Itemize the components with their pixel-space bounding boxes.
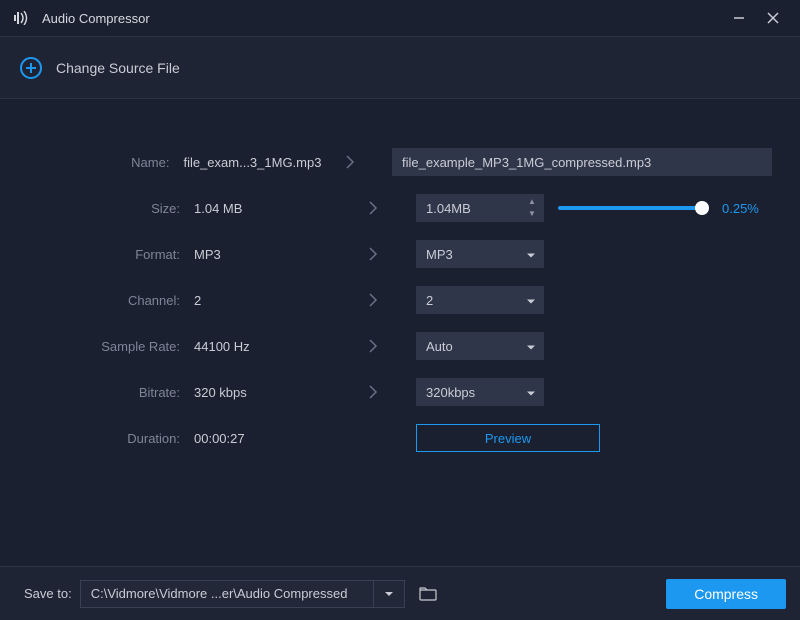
arrow-icon — [358, 384, 388, 400]
arrow-icon — [358, 292, 388, 308]
label-format: Format: — [28, 247, 188, 262]
size-step-up-icon[interactable]: ▲ — [524, 196, 540, 208]
open-folder-button[interactable] — [413, 580, 443, 608]
format-select[interactable]: MP3 — [416, 240, 544, 268]
size-slider[interactable] — [558, 206, 702, 210]
label-size: Size: — [28, 201, 188, 216]
size-step-down-icon[interactable]: ▼ — [524, 208, 540, 220]
preview-button-label: Preview — [485, 431, 531, 446]
value-bitrate: 320 kbps — [188, 385, 358, 400]
close-button[interactable] — [756, 4, 790, 32]
value-duration: 00:00:27 — [188, 431, 358, 446]
compress-button[interactable]: Compress — [666, 579, 786, 609]
add-icon — [18, 55, 44, 81]
bitrate-select[interactable]: 320kbps — [416, 378, 544, 406]
value-channel: 2 — [188, 293, 358, 308]
size-stepper[interactable]: 1.04MB ▲ ▼ — [416, 194, 544, 222]
label-duration: Duration: — [28, 431, 188, 446]
label-bitrate: Bitrate: — [28, 385, 188, 400]
change-source-bar[interactable]: Change Source File — [0, 36, 800, 99]
arrow-icon — [336, 154, 364, 170]
save-to-label: Save to: — [24, 586, 72, 601]
label-sample-rate: Sample Rate: — [28, 339, 188, 354]
chevron-down-icon — [526, 293, 536, 308]
settings-panel: Name: file_exam...3_1MG.mp3 Size: 1.04 M… — [0, 99, 800, 566]
titlebar: Audio Compressor — [0, 0, 800, 36]
minimize-button[interactable] — [722, 4, 756, 32]
preview-button[interactable]: Preview — [416, 424, 600, 452]
arrow-icon — [358, 246, 388, 262]
save-path-input[interactable]: C:\Vidmore\Vidmore ...er\Audio Compresse… — [80, 580, 374, 608]
value-sample-rate: 44100 Hz — [188, 339, 358, 354]
arrow-icon — [358, 200, 388, 216]
format-select-value: MP3 — [426, 247, 453, 262]
footer: Save to: C:\Vidmore\Vidmore ...er\Audio … — [0, 566, 800, 620]
chevron-down-icon — [526, 339, 536, 354]
value-format: MP3 — [188, 247, 358, 262]
app-icon — [14, 9, 32, 27]
sample-rate-select-value: Auto — [426, 339, 453, 354]
value-name: file_exam...3_1MG.mp3 — [177, 155, 336, 170]
sample-rate-select[interactable]: Auto — [416, 332, 544, 360]
bitrate-select-value: 320kbps — [426, 385, 475, 400]
channel-select[interactable]: 2 — [416, 286, 544, 314]
channel-select-value: 2 — [426, 293, 433, 308]
save-path-value: C:\Vidmore\Vidmore ...er\Audio Compresse… — [91, 586, 348, 601]
chevron-down-icon — [526, 385, 536, 400]
app-title: Audio Compressor — [42, 11, 150, 26]
arrow-icon — [358, 338, 388, 354]
value-size: 1.04 MB — [188, 201, 358, 216]
label-channel: Channel: — [28, 293, 188, 308]
slider-thumb[interactable] — [695, 201, 709, 215]
label-name: Name: — [28, 155, 177, 170]
chevron-down-icon — [526, 247, 536, 262]
size-stepper-value: 1.04MB — [416, 201, 524, 216]
compress-button-label: Compress — [694, 586, 758, 602]
change-source-label: Change Source File — [56, 60, 180, 76]
save-path-dropdown[interactable] — [373, 580, 405, 608]
size-reduction-pct: 0.25% — [722, 201, 772, 216]
output-name-input[interactable] — [392, 148, 772, 176]
